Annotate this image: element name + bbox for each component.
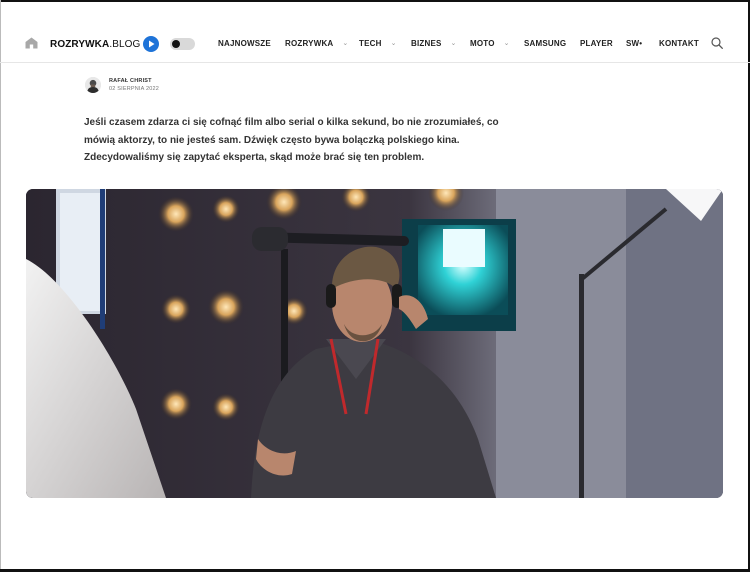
hero-photo-illustration [26,189,723,498]
top-navigation: ROZRYWKA.BLOG NAJNOWSZE ROZRYWKA ⌄ TECH ⌄ BIZ… [0,26,750,63]
logo-main: ROZRYWKA [50,38,110,50]
nav-item-label: BIZNES [411,39,442,48]
author-name[interactable]: RAFAŁ CHRIST [109,77,159,85]
window-top-border [0,0,750,2]
window-left-border [0,0,1,572]
chevron-down-icon[interactable]: ⌄ [342,39,348,47]
author-meta: RAFAŁ CHRIST 02 SIERPNIA 2022 [109,77,159,93]
author-byline: RAFAŁ CHRIST 02 SIERPNIA 2022 [85,77,159,93]
logo-text: ROZRYWKA.BLOG [50,39,140,50]
avatar-image [85,77,101,93]
article-lead: Jeśli czasem zdarza ci się cofnąć film a… [84,117,499,163]
nav-item-kontakt[interactable]: KONTAKT [659,39,699,48]
chevron-down-icon[interactable]: ⌄ [504,39,510,47]
nav-item-label: SAMSUNG [524,39,567,48]
author-avatar[interactable] [85,77,101,93]
nav-item-label: PLAYER [580,39,613,48]
search-icon[interactable] [711,37,723,49]
nav-item-label: SW• [626,39,643,48]
chevron-down-icon[interactable]: ⌄ [391,39,397,47]
nav-item-tech[interactable]: TECH ⌄ [359,39,397,48]
nav-item-moto[interactable]: MOTO ⌄ [470,39,510,48]
nav-item-label: NAJNOWSZE [218,39,271,48]
nav-item-samsung[interactable]: SAMSUNG [524,39,566,48]
nav-item-sw[interactable]: SW• [626,39,642,48]
nav-item-label: TECH [359,39,382,48]
home-icon[interactable] [25,37,38,49]
chevron-down-icon[interactable]: ⌄ [451,39,457,47]
nav-item-biznes[interactable]: BIZNES ⌄ [411,39,457,48]
nav-item-label: ROZRYWKA [285,39,334,48]
publish-date: 02 SIERPNIA 2022 [109,86,159,92]
nav-item-rozrywka[interactable]: ROZRYWKA ⌄ [285,39,349,48]
site-logo[interactable]: ROZRYWKA.BLOG [50,36,160,52]
toggle-knob [172,40,180,48]
nav-item-label: MOTO [470,39,495,48]
theme-toggle[interactable] [170,38,195,50]
hero-image [26,189,723,498]
nav-item-label: KONTAKT [659,39,699,48]
nav-item-player[interactable]: PLAYER [580,39,613,48]
play-icon [143,36,160,52]
nav-item-najnowsze[interactable]: NAJNOWSZE [218,39,271,48]
logo-suffix: .BLOG [109,38,141,50]
